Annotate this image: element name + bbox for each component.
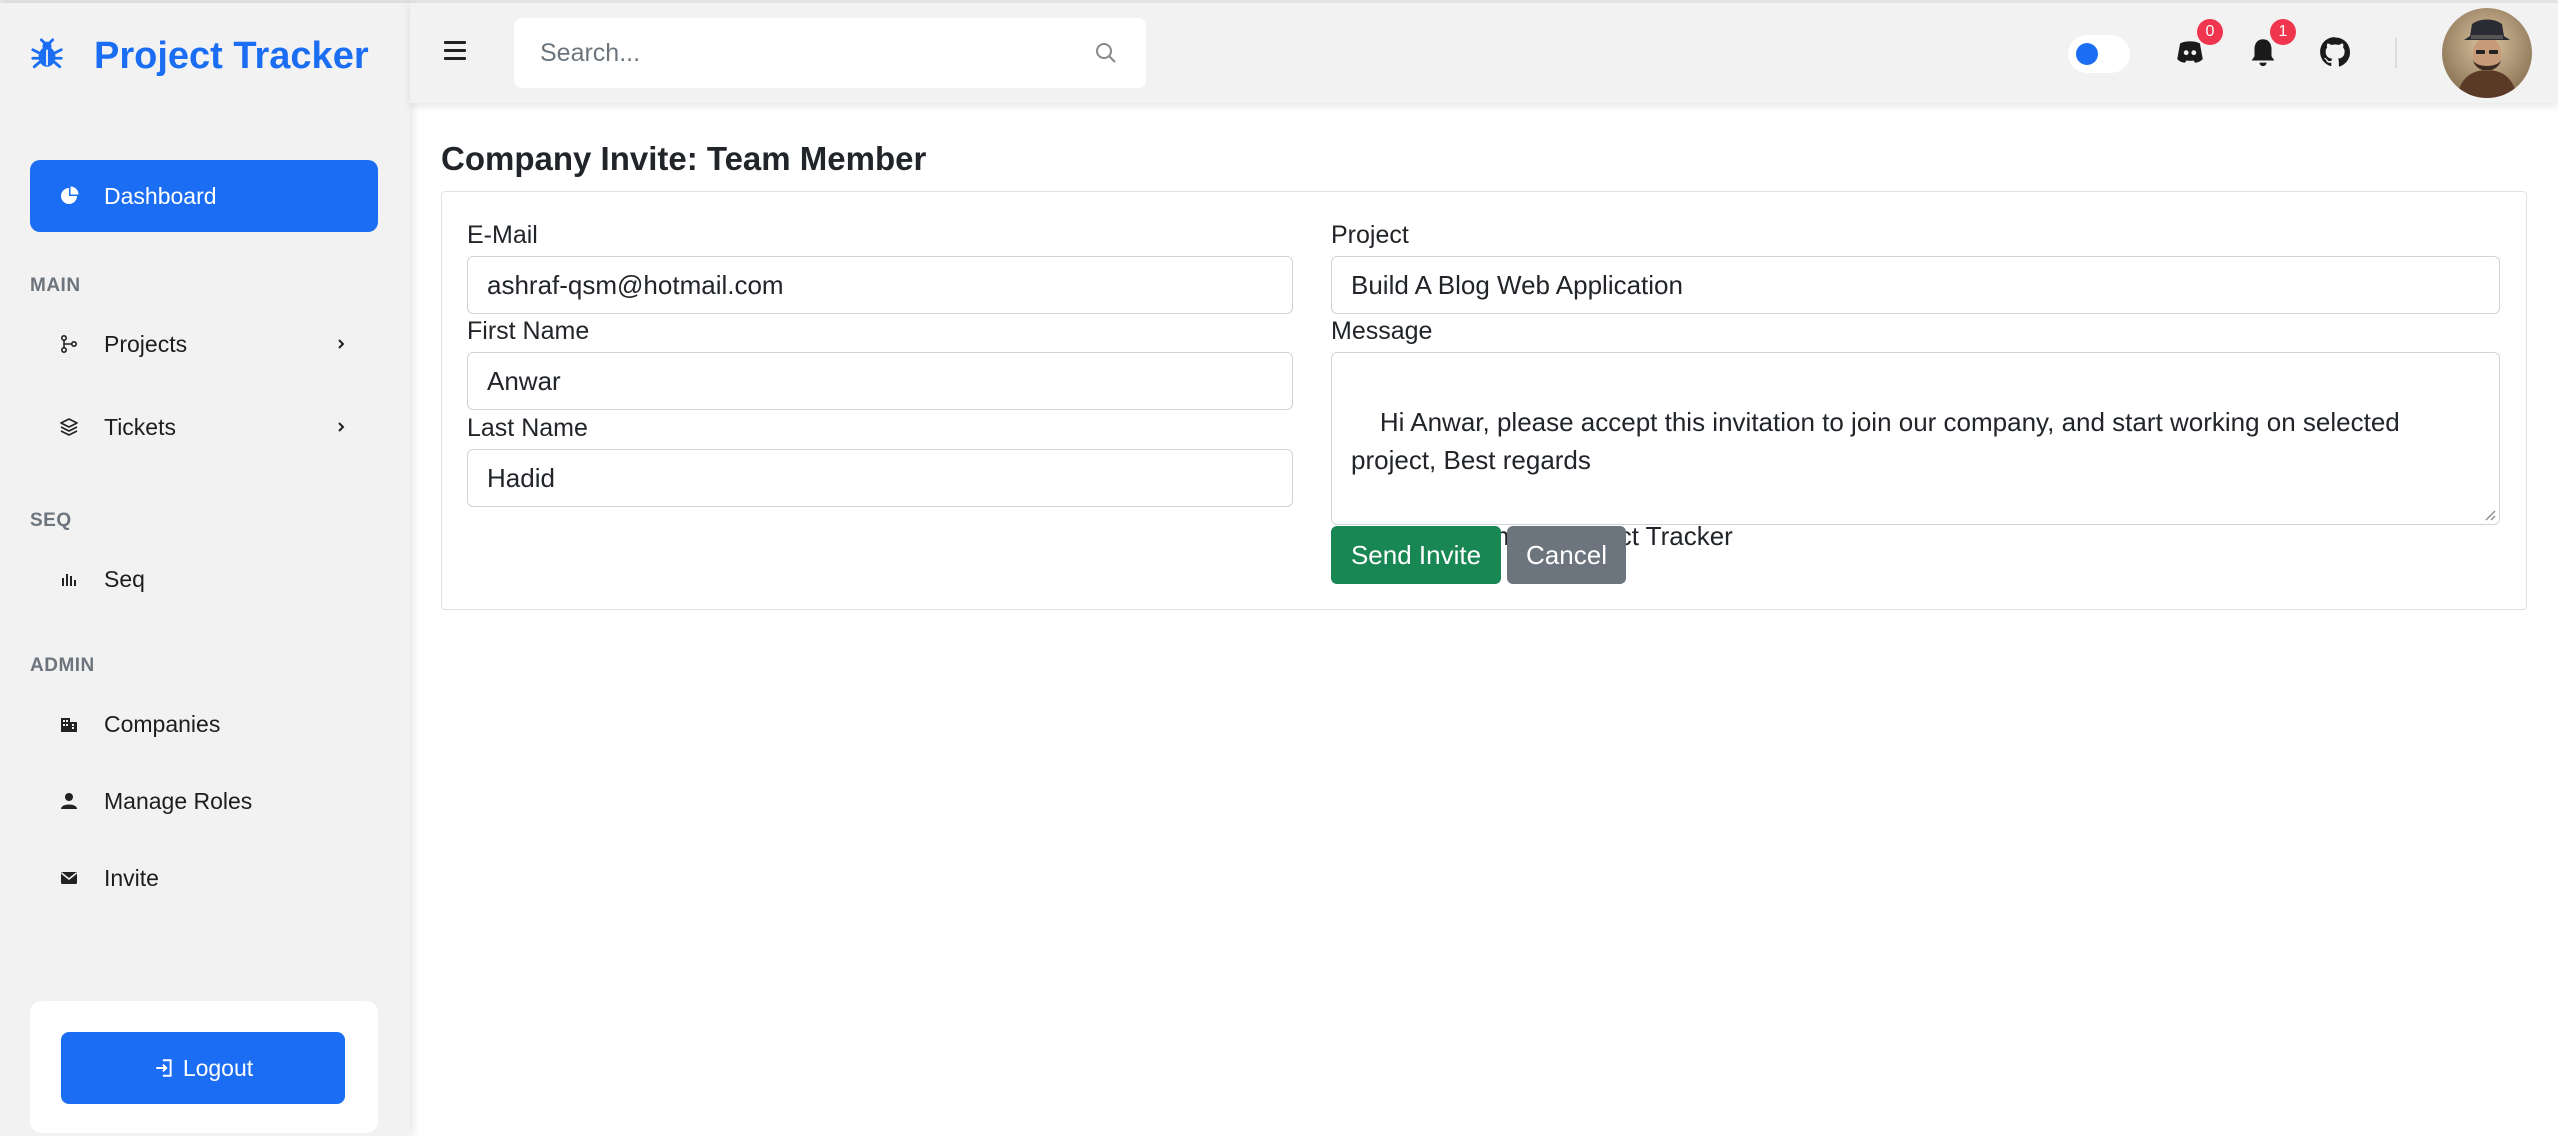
search-input[interactable] — [514, 18, 1054, 88]
avatar[interactable] — [2442, 8, 2532, 98]
logout-card: Logout — [30, 1001, 378, 1133]
last-name-field[interactable]: Hadid — [467, 449, 1293, 507]
bug-icon — [30, 37, 64, 76]
github-link[interactable] — [2318, 35, 2352, 69]
sidebar-item-label: Manage Roles — [104, 787, 253, 814]
invite-form-card: E-Mail ashraf-qsm@hotmail.com First Name… — [441, 191, 2527, 610]
chevron-right-icon — [338, 422, 345, 432]
top-bar: 0 1 — [410, 3, 2558, 103]
page-title: Company Invite: Team Member — [441, 140, 927, 177]
sidebar-item-label: Dashboard — [104, 182, 217, 209]
email-label: E-Mail — [467, 221, 538, 249]
first-name-field[interactable]: Anwar — [467, 352, 1293, 410]
layers-icon — [58, 416, 80, 438]
sidebar-item-label: Projects — [104, 330, 188, 357]
project-select[interactable]: Build A Blog Web Application — [1331, 256, 2500, 314]
sidebar-item-manage-roles[interactable]: Manage Roles — [30, 765, 378, 837]
sidebar-item-tickets[interactable]: Tickets — [30, 391, 378, 463]
building-icon — [58, 713, 80, 735]
search-box — [514, 18, 1146, 88]
search-icon[interactable] — [1094, 41, 1118, 65]
bar-chart-icon — [58, 568, 80, 590]
notifications-button[interactable]: 1 — [2246, 19, 2296, 69]
sidebar-item-label: Seq — [104, 565, 145, 592]
sidebar-item-label: Companies — [104, 710, 221, 737]
brand[interactable]: Project Tracker — [30, 31, 369, 81]
sidebar-item-companies[interactable]: Companies — [30, 688, 378, 760]
project-label: Project — [1331, 221, 1409, 249]
github-icon — [2320, 37, 2351, 67]
toggle-knob — [2076, 43, 2098, 65]
sidebar-item-label: Tickets — [104, 413, 176, 440]
section-label-admin: ADMIN — [30, 655, 95, 676]
last-name-label: Last Name — [467, 414, 588, 442]
app-title: Project Tracker — [94, 34, 369, 77]
resize-grip-icon[interactable] — [2482, 507, 2496, 521]
section-label-seq: SEQ — [30, 510, 72, 531]
user-icon — [58, 790, 80, 812]
sidebar-item-dashboard[interactable]: Dashboard — [30, 160, 378, 232]
sidebar-item-invite[interactable]: Invite — [30, 842, 378, 914]
logout-label: Logout — [182, 1054, 254, 1081]
first-name-label: First Name — [467, 317, 590, 345]
message-label: Message — [1331, 317, 1433, 345]
git-branch-icon — [58, 333, 80, 355]
messages-button[interactable]: 0 — [2173, 19, 2223, 69]
hamburger-icon[interactable] — [444, 41, 466, 61]
envelope-icon — [58, 867, 80, 889]
send-invite-button[interactable]: Send Invite — [1331, 526, 1501, 584]
messages-badge: 0 — [2197, 19, 2223, 45]
cancel-button[interactable]: Cancel — [1507, 526, 1626, 584]
pie-chart-icon — [58, 185, 80, 207]
chevron-right-icon — [338, 339, 345, 349]
sidebar-item-seq[interactable]: Seq — [30, 543, 378, 615]
sidebar-item-projects[interactable]: Projects — [30, 308, 378, 380]
sidebar: Project Tracker Dashboard MAIN Projects … — [0, 3, 410, 1136]
section-label-main: MAIN — [30, 275, 81, 296]
theme-toggle[interactable] — [2068, 35, 2130, 73]
sidebar-item-label: Invite — [104, 864, 159, 891]
notifications-badge: 1 — [2270, 19, 2296, 45]
email-field[interactable]: ashraf-qsm@hotmail.com — [467, 256, 1293, 314]
logout-button[interactable]: Logout — [61, 1032, 345, 1104]
logout-icon — [156, 1059, 172, 1077]
message-textarea[interactable]: Hi Anwar, please accept this invitation … — [1331, 352, 2500, 551]
divider — [2395, 38, 2397, 68]
